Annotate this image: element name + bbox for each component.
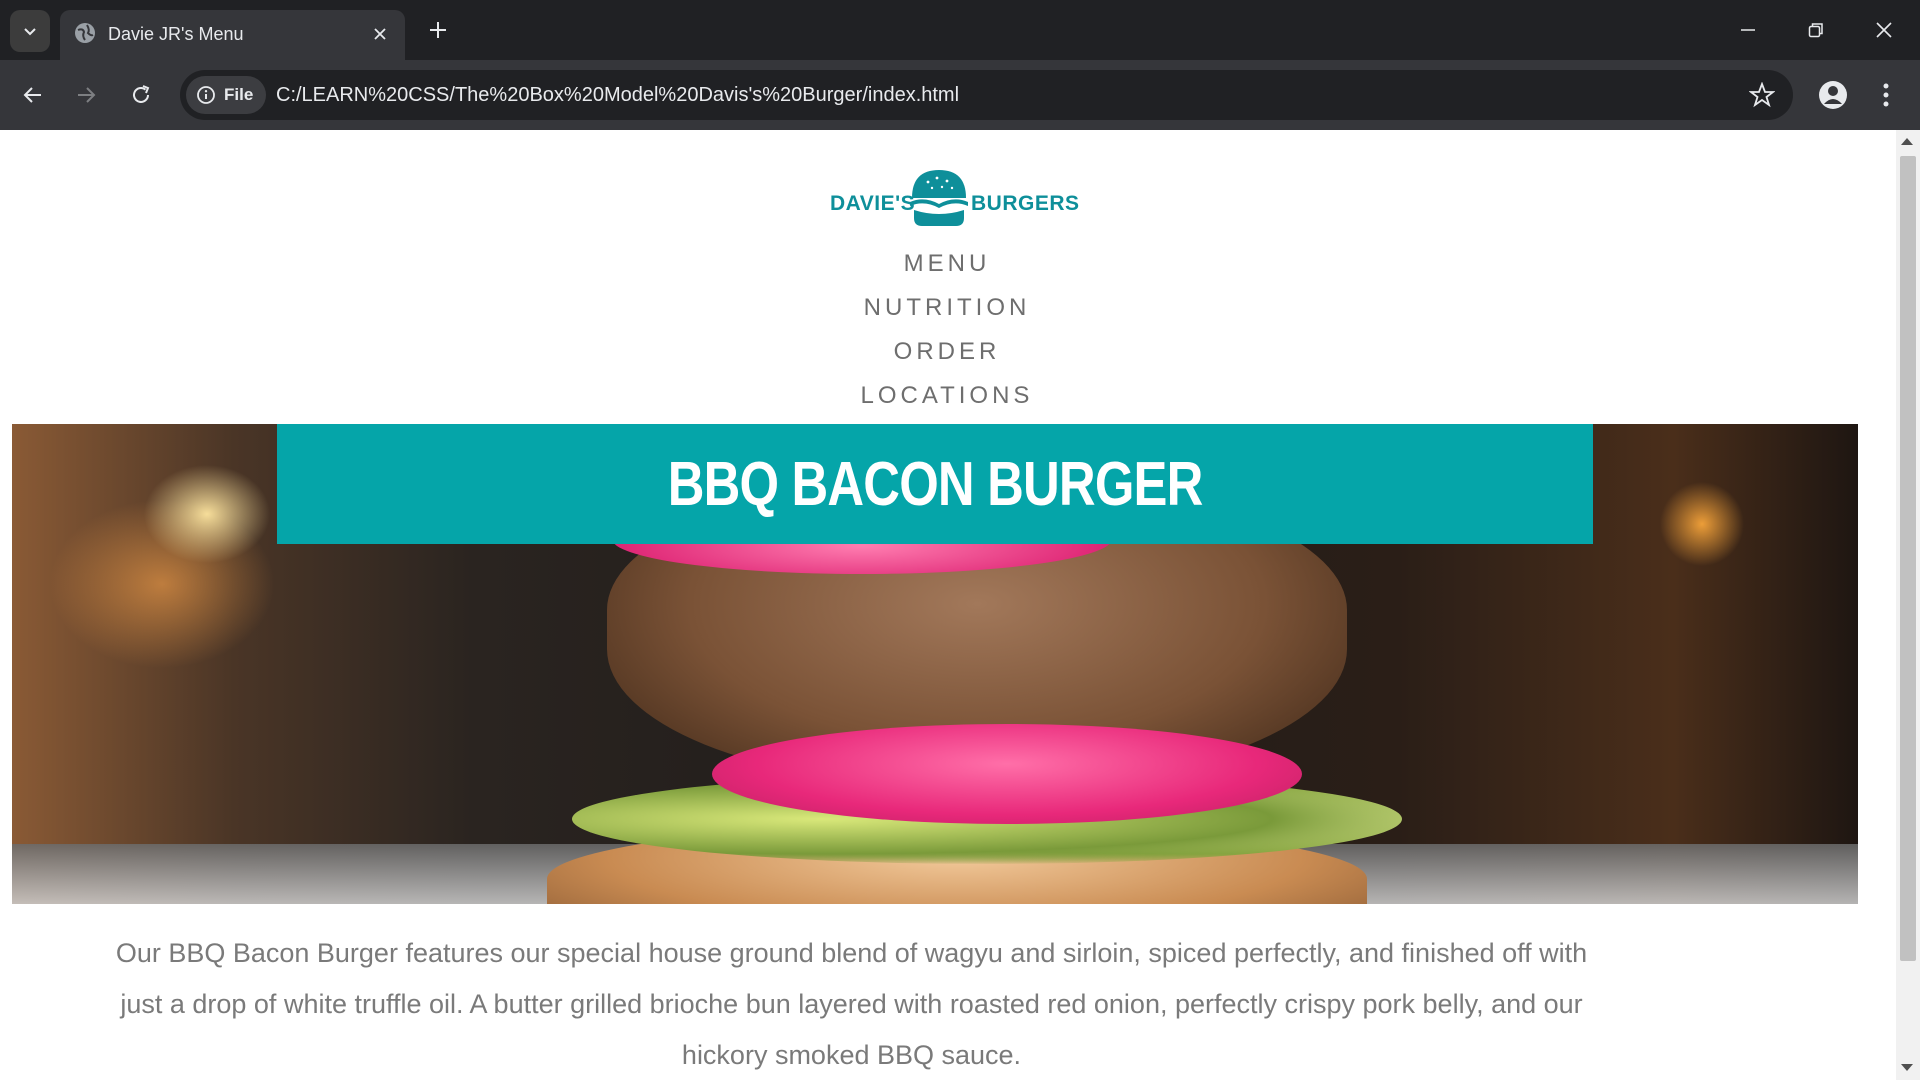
back-button[interactable] bbox=[15, 77, 51, 113]
nav-order[interactable]: ORDER bbox=[0, 330, 1894, 374]
minimize-icon bbox=[1741, 29, 1755, 31]
arrow-left-icon bbox=[23, 87, 41, 103]
nav-menu[interactable]: MENU bbox=[0, 242, 1894, 286]
tab-search-button[interactable] bbox=[10, 10, 50, 52]
close-window-button[interactable] bbox=[1867, 14, 1901, 46]
restore-button[interactable] bbox=[1799, 14, 1833, 46]
logo-word-left: DAVIE'S bbox=[830, 192, 916, 215]
close-icon bbox=[374, 28, 386, 40]
tab-strip: Davie JR's Menu bbox=[0, 0, 1920, 60]
tab-close-button[interactable] bbox=[369, 23, 391, 45]
chevron-down-icon bbox=[24, 28, 36, 36]
nav-locations[interactable]: LOCATIONS bbox=[0, 374, 1894, 418]
forward-button[interactable] bbox=[68, 77, 104, 113]
profile-button[interactable] bbox=[1816, 78, 1850, 112]
site-info-chip[interactable]: File bbox=[186, 76, 266, 114]
browser-menu-button[interactable] bbox=[1872, 78, 1900, 112]
hero-title-band: BBQ BACON BURGER bbox=[277, 424, 1593, 544]
logo-word-right: BURGERS bbox=[971, 192, 1080, 215]
hero-onion-lower bbox=[712, 724, 1302, 824]
scroll-up-arrow-icon[interactable] bbox=[1901, 138, 1913, 145]
tab-active[interactable]: Davie JR's Menu bbox=[60, 10, 405, 60]
info-icon bbox=[197, 86, 215, 104]
more-vertical-icon bbox=[1883, 83, 1889, 107]
reload-icon bbox=[133, 85, 150, 103]
reload-button[interactable] bbox=[123, 77, 159, 113]
address-bar[interactable]: File C:/LEARN%20CSS/The%20Box%20Model%20… bbox=[180, 70, 1793, 120]
bookmark-star-icon[interactable] bbox=[1749, 82, 1775, 108]
profile-icon bbox=[1819, 81, 1847, 109]
site-chip-label: File bbox=[224, 85, 254, 104]
burger-description: Our BBQ Bacon Burger features our specia… bbox=[115, 938, 1588, 1070]
page-viewport: DAVIE'S BURGERS MENU NUTRITION ORDER LOC… bbox=[0, 130, 1920, 1080]
tab-title: Davie JR's Menu bbox=[108, 24, 244, 44]
scrollbar-thumb[interactable] bbox=[1900, 156, 1916, 961]
globe-icon bbox=[75, 23, 95, 43]
site-logo[interactable]: DAVIE'S BURGERS bbox=[828, 168, 1079, 230]
new-tab-button[interactable] bbox=[424, 16, 452, 44]
url-text: C:/LEARN%20CSS/The%20Box%20Model%20Davis… bbox=[276, 84, 960, 106]
nav-nutrition[interactable]: NUTRITION bbox=[0, 286, 1894, 330]
plus-icon bbox=[430, 22, 446, 38]
burger-logo-icon bbox=[910, 170, 968, 226]
close-icon bbox=[1876, 22, 1892, 38]
main-nav: MENU NUTRITION ORDER LOCATIONS bbox=[0, 242, 1894, 418]
arrow-right-icon bbox=[78, 87, 96, 103]
minimize-button[interactable] bbox=[1731, 14, 1765, 46]
page-title: BBQ BACON BURGER bbox=[667, 449, 1204, 519]
restore-icon bbox=[1808, 23, 1823, 38]
scroll-down-arrow-icon[interactable] bbox=[1901, 1064, 1913, 1071]
browser-toolbar: File C:/LEARN%20CSS/The%20Box%20Model%20… bbox=[0, 60, 1920, 130]
